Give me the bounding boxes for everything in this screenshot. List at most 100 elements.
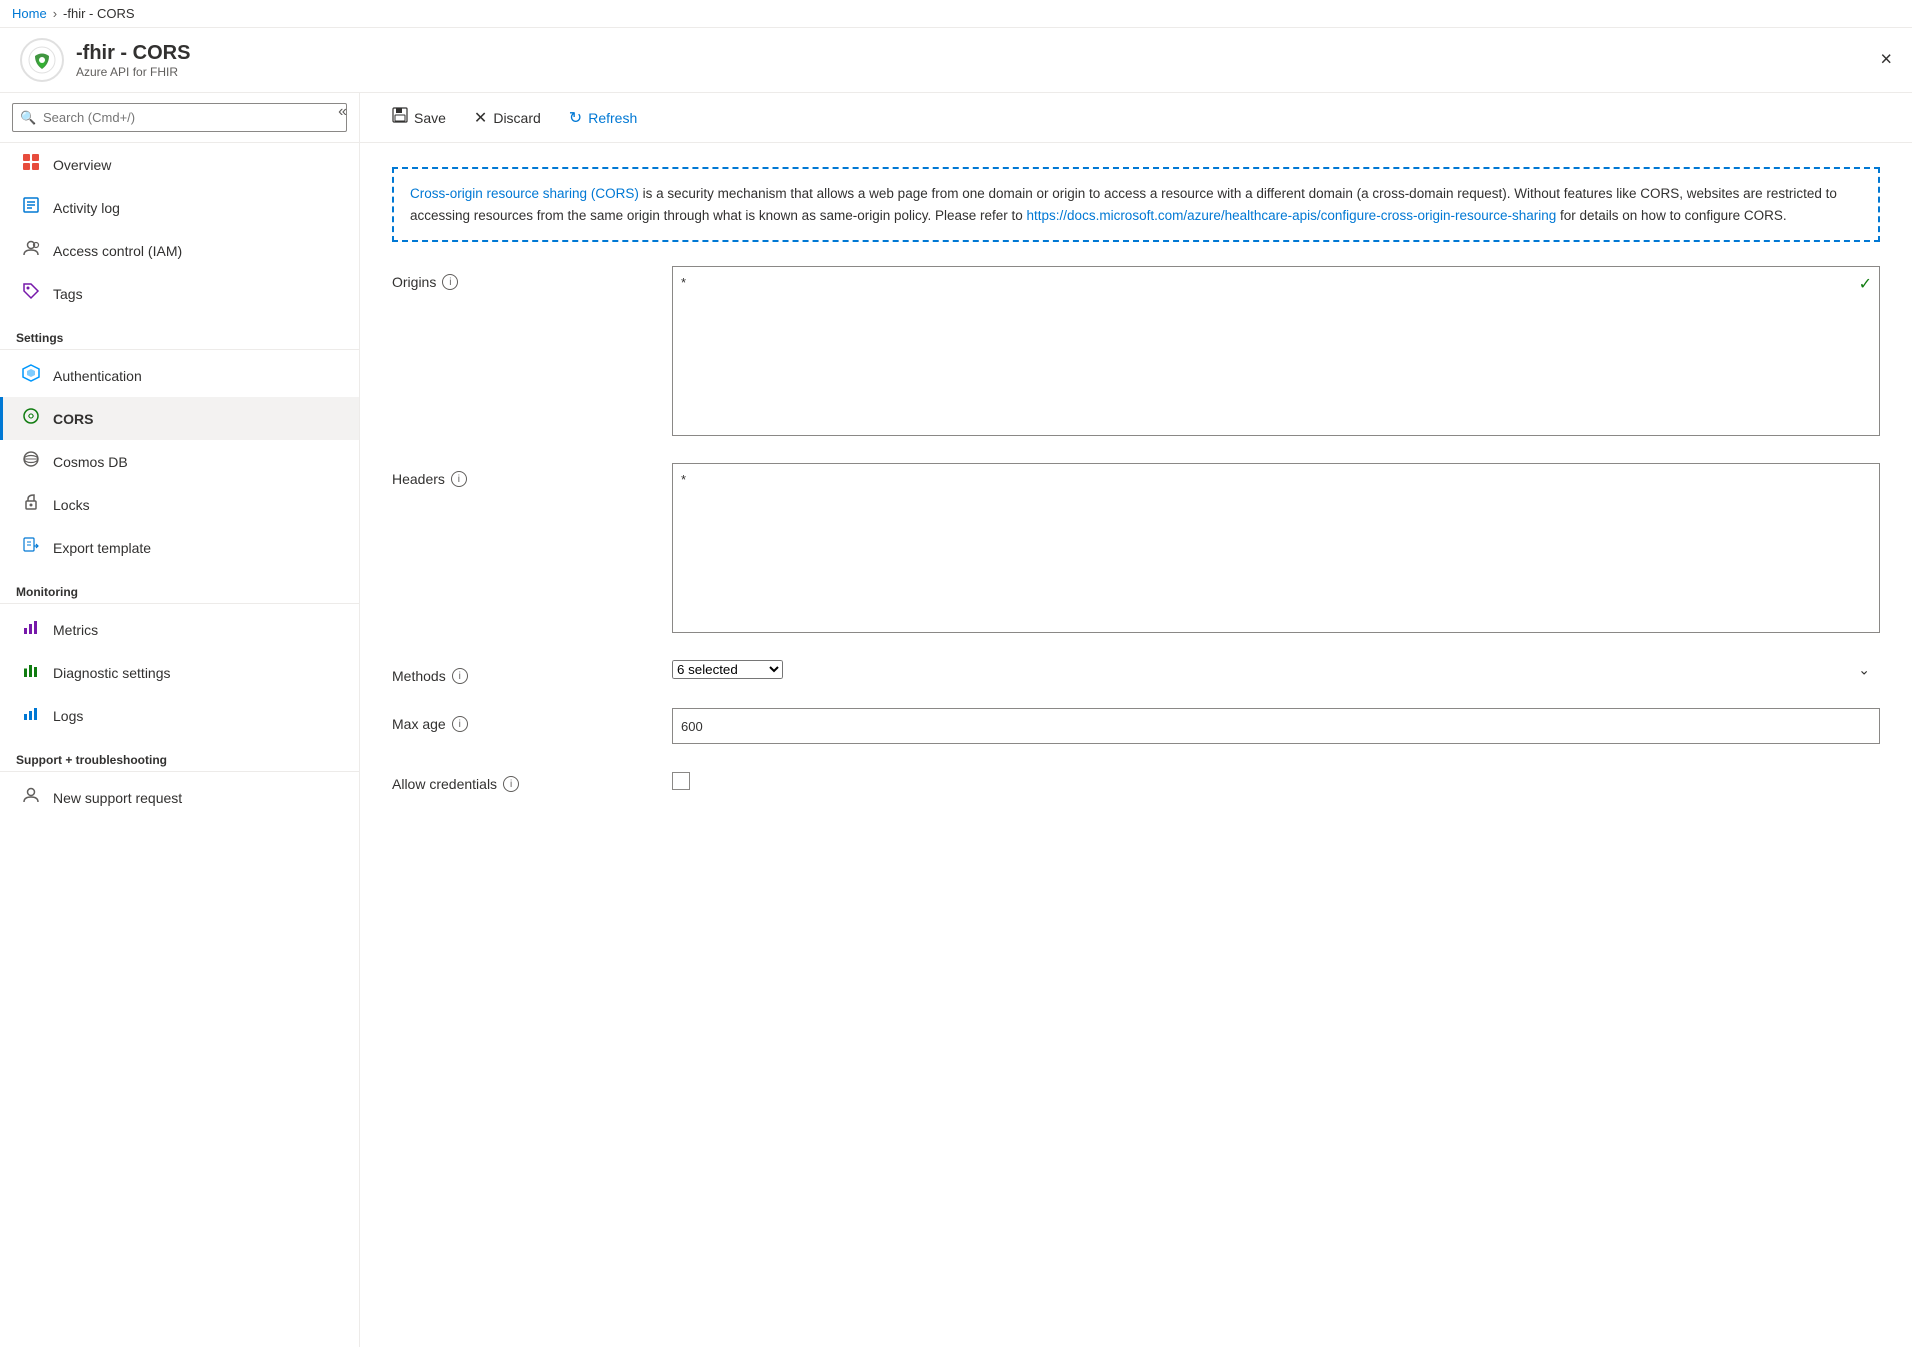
allow-credentials-control bbox=[672, 768, 1880, 790]
allow-credentials-info-icon[interactable]: i bbox=[503, 776, 519, 792]
nav-cors[interactable]: CORS bbox=[0, 397, 359, 440]
overview-icon bbox=[19, 153, 43, 176]
right-panel: Save ✕ Discard ↻ Refresh Cross-origin re… bbox=[360, 93, 1912, 1347]
support-request-icon bbox=[19, 786, 43, 809]
cors-description: Cross-origin resource sharing (CORS) is … bbox=[392, 167, 1880, 242]
max-age-input[interactable] bbox=[672, 708, 1880, 744]
settings-section-label: Settings bbox=[0, 315, 359, 350]
save-button[interactable]: Save bbox=[380, 101, 458, 134]
search-box: 🔍 bbox=[0, 93, 359, 143]
nav-logs[interactable]: Logs bbox=[0, 694, 359, 737]
origins-textarea[interactable] bbox=[672, 266, 1880, 436]
nav-activity-log[interactable]: Activity log bbox=[0, 186, 359, 229]
refresh-button[interactable]: ↻ Refresh bbox=[557, 102, 649, 134]
breadcrumb-current: -fhir - CORS bbox=[63, 6, 135, 21]
origins-info-icon[interactable]: i bbox=[442, 274, 458, 290]
discard-label: Discard bbox=[493, 110, 540, 126]
page-header: -fhir - CORS Azure API for FHIR × bbox=[0, 28, 1912, 93]
nav-locks[interactable]: Locks bbox=[0, 483, 359, 526]
methods-label-text: Methods bbox=[392, 668, 446, 684]
cors-description-suffix: for details on how to configure CORS. bbox=[1556, 208, 1786, 223]
headers-row: Headers i bbox=[392, 463, 1880, 636]
metrics-label: Metrics bbox=[53, 622, 98, 638]
max-age-info-icon[interactable]: i bbox=[452, 716, 468, 732]
cors-doc-link[interactable]: https://docs.microsoft.com/azure/healthc… bbox=[1027, 208, 1557, 223]
max-age-label: Max age i bbox=[392, 708, 672, 732]
breadcrumb-home[interactable]: Home bbox=[12, 6, 47, 21]
nav-tags[interactable]: Tags bbox=[0, 272, 359, 315]
discard-button[interactable]: ✕ Discard bbox=[462, 102, 553, 134]
origins-valid-icon: ✓ bbox=[1859, 274, 1872, 294]
origins-row: Origins i ✓ bbox=[392, 266, 1880, 439]
export-template-label: Export template bbox=[53, 540, 151, 556]
close-button[interactable]: × bbox=[1880, 49, 1892, 72]
methods-select-wrapper: 6 selected bbox=[672, 660, 1880, 679]
allow-credentials-row: Allow credentials i bbox=[392, 768, 1880, 792]
nav-export-template[interactable]: Export template bbox=[0, 526, 359, 569]
methods-label: Methods i bbox=[392, 660, 672, 684]
headers-info-icon[interactable]: i bbox=[451, 471, 467, 487]
headers-textarea[interactable] bbox=[672, 463, 1880, 633]
title-block: -fhir - CORS Azure API for FHIR bbox=[76, 42, 190, 79]
search-input[interactable] bbox=[12, 103, 347, 132]
tags-icon bbox=[19, 282, 43, 305]
cors-label: CORS bbox=[53, 411, 93, 427]
diagnostic-settings-label: Diagnostic settings bbox=[53, 665, 171, 681]
cors-icon bbox=[19, 407, 43, 430]
cors-intro-link[interactable]: Cross-origin resource sharing (CORS) bbox=[410, 186, 639, 201]
page-title: -fhir - CORS bbox=[76, 42, 190, 65]
collapse-button[interactable]: « bbox=[326, 93, 359, 131]
activity-log-label: Activity log bbox=[53, 200, 120, 216]
cosmos-db-label: Cosmos DB bbox=[53, 454, 128, 470]
headers-control bbox=[672, 463, 1880, 636]
refresh-icon: ↻ bbox=[569, 108, 582, 128]
origins-label-text: Origins bbox=[392, 274, 436, 290]
max-age-label-text: Max age bbox=[392, 716, 446, 732]
methods-control: 6 selected bbox=[672, 660, 1880, 679]
max-age-row: Max age i bbox=[392, 708, 1880, 744]
nav-cosmos-db[interactable]: Cosmos DB bbox=[0, 440, 359, 483]
save-label: Save bbox=[414, 110, 446, 126]
discard-icon: ✕ bbox=[474, 108, 487, 128]
methods-info-icon[interactable]: i bbox=[452, 668, 468, 684]
export-template-icon bbox=[19, 536, 43, 559]
main-layout: 🔍 « Overview Activity log Access control… bbox=[0, 93, 1912, 1347]
diagnostic-settings-icon bbox=[19, 661, 43, 684]
logs-icon bbox=[19, 704, 43, 727]
headers-label: Headers i bbox=[392, 463, 672, 487]
origins-textarea-wrap: ✓ bbox=[672, 266, 1880, 439]
save-icon bbox=[392, 107, 408, 128]
access-control-icon bbox=[19, 239, 43, 262]
refresh-label: Refresh bbox=[588, 110, 637, 126]
nav-diagnostic-settings[interactable]: Diagnostic settings bbox=[0, 651, 359, 694]
allow-credentials-label-text: Allow credentials bbox=[392, 776, 497, 792]
allow-credentials-label: Allow credentials i bbox=[392, 768, 672, 792]
tags-label: Tags bbox=[53, 286, 83, 302]
headers-label-text: Headers bbox=[392, 471, 445, 487]
max-age-control bbox=[672, 708, 1880, 744]
origins-control: ✓ bbox=[672, 266, 1880, 439]
authentication-label: Authentication bbox=[53, 368, 142, 384]
new-support-request-label: New support request bbox=[53, 790, 182, 806]
sidebar: 🔍 « Overview Activity log Access control… bbox=[0, 93, 360, 1347]
locks-label: Locks bbox=[53, 497, 90, 513]
search-wrap: 🔍 bbox=[12, 103, 347, 132]
support-section-label: Support + troubleshooting bbox=[0, 737, 359, 772]
breadcrumb-separator: › bbox=[53, 6, 57, 21]
methods-select[interactable]: 6 selected bbox=[672, 660, 783, 679]
breadcrumb: Home › -fhir - CORS bbox=[0, 0, 1912, 28]
activity-log-icon bbox=[19, 196, 43, 219]
cosmos-db-icon bbox=[19, 450, 43, 473]
authentication-icon bbox=[19, 364, 43, 387]
locks-icon bbox=[19, 493, 43, 516]
overview-label: Overview bbox=[53, 157, 111, 173]
page-subtitle: Azure API for FHIR bbox=[76, 65, 190, 79]
allow-credentials-checkbox[interactable] bbox=[672, 772, 690, 790]
nav-metrics[interactable]: Metrics bbox=[0, 608, 359, 651]
nav-access-control[interactable]: Access control (IAM) bbox=[0, 229, 359, 272]
nav-new-support-request[interactable]: New support request bbox=[0, 776, 359, 819]
logs-label: Logs bbox=[53, 708, 83, 724]
nav-overview[interactable]: Overview bbox=[0, 143, 359, 186]
service-icon bbox=[20, 38, 64, 82]
nav-authentication[interactable]: Authentication bbox=[0, 354, 359, 397]
